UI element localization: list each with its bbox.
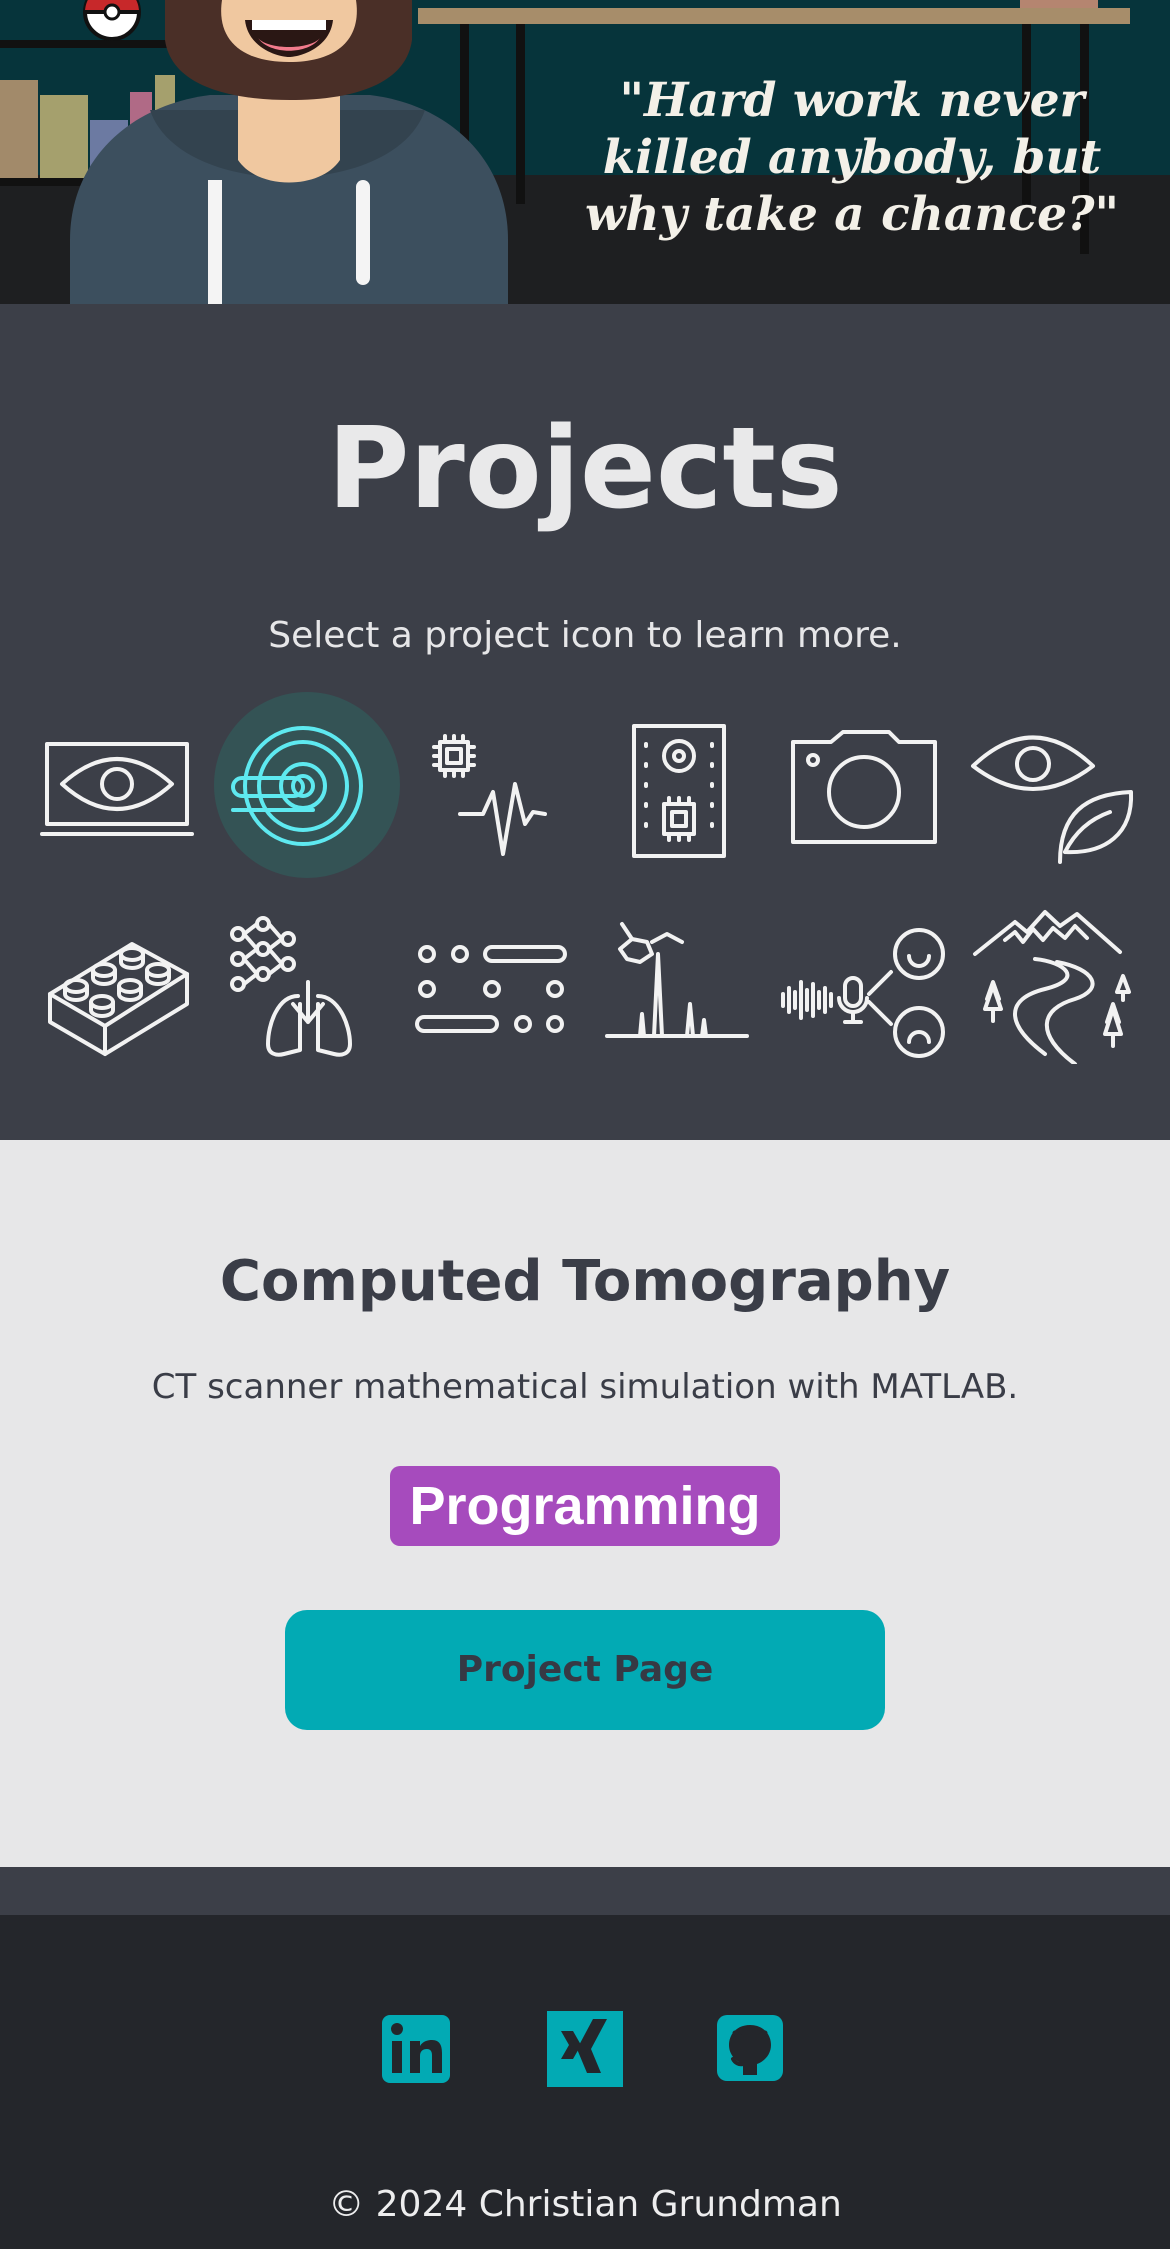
projects-title: Projects xyxy=(327,404,843,534)
mountain-road-icon xyxy=(973,910,1131,1064)
project-eye-leaf[interactable] xyxy=(965,704,1135,864)
projects-subtitle: Select a project icon to learn more. xyxy=(268,615,902,656)
molecule-spectrum-icon xyxy=(605,922,749,1038)
eye-monitor-icon xyxy=(40,742,194,836)
copyright-text: © 2024 Christian Grundman xyxy=(328,2184,842,2225)
project-tag-badge: Programming xyxy=(390,1466,780,1546)
section-divider xyxy=(0,1867,1170,1915)
project-mountain-road[interactable] xyxy=(965,904,1135,1064)
hero-quote: "Hard work never killed anybody, but why… xyxy=(584,73,1120,242)
ct-scanner-icon xyxy=(231,726,363,846)
project-detail-section: Computed Tomography CT scanner mathemati… xyxy=(0,1140,1170,1867)
speaker-chip-icon xyxy=(632,724,726,858)
linkedin-icon[interactable] xyxy=(378,2011,454,2087)
projects-section: Projects Select a project icon to learn … xyxy=(0,304,1170,1140)
project-voice-emotion[interactable] xyxy=(779,904,949,1064)
project-page-button[interactable]: Project Page xyxy=(285,1610,885,1730)
neural-network-lungs-icon xyxy=(230,916,352,1057)
project-detail-title: Computed Tomography xyxy=(219,1249,951,1314)
pokeball-icon xyxy=(83,0,141,41)
xing-icon[interactable] xyxy=(547,2011,623,2087)
project-camera[interactable] xyxy=(779,704,949,864)
project-eye-monitor[interactable] xyxy=(32,704,202,864)
project-lego-brick[interactable] xyxy=(32,904,202,1064)
morse-dots-dashes-icon xyxy=(415,945,567,1033)
project-chip-heartbeat[interactable] xyxy=(405,704,575,864)
project-ct-scanner[interactable] xyxy=(214,692,400,878)
project-speaker-chip[interactable] xyxy=(592,704,762,864)
chip-heartbeat-icon xyxy=(432,734,547,856)
project-neural-lungs[interactable] xyxy=(218,904,388,1064)
camera-icon xyxy=(791,730,937,844)
lego-brick-icon xyxy=(48,942,189,1056)
voice-emotion-icon xyxy=(781,928,945,1058)
project-molecule-spectrum[interactable] xyxy=(592,904,762,1064)
project-morse-code[interactable] xyxy=(405,904,575,1064)
github-icon[interactable] xyxy=(713,2011,789,2087)
project-detail-description: CT scanner mathematical simulation with … xyxy=(151,1367,1019,1407)
eye-leaf-icon xyxy=(971,735,1134,864)
footer: © 2024 Christian Grundman xyxy=(0,1915,1170,2249)
hero-banner: "Hard work never killed anybody, but why… xyxy=(0,0,1170,304)
